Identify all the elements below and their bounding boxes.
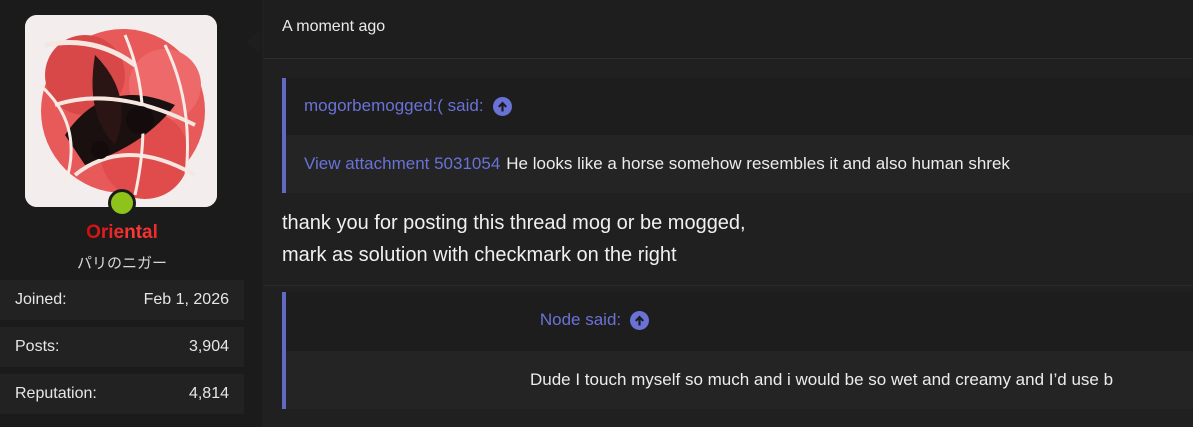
quote-content: View attachment 5031054 He looks like a … [286,135,1193,193]
divider [264,285,1193,286]
post-header: A moment ago [264,0,1193,59]
stat-value: 3,904 [188,338,229,355]
stat-value: 4,814 [188,385,229,402]
quote-block: mogorbemogged:( said: View attachment 50… [282,78,1193,193]
stat-reputation: Reputation: 4,814 [0,374,244,414]
stat-label: Joined: [15,291,67,308]
stat-label: Posts: [15,338,60,355]
avatar[interactable] [25,15,217,207]
attachment-link[interactable]: View attachment 5031054 [304,154,500,174]
post-message: thank you for posting this thread mog or… [282,207,746,271]
quote-content: Dude I touch myself so much and i would … [286,351,1193,409]
avatar-image [25,15,217,207]
online-status-indicator [108,189,136,217]
message-line: thank you for posting this thread mog or… [282,212,746,234]
user-sidebar: Oriental パリのニガー Joined: Feb 1, 2026 Post… [0,0,262,427]
stat-posts: Posts: 3,904 [0,327,244,367]
quote-header[interactable]: Node said: [286,292,1193,348]
arrow-up-circle-icon[interactable] [492,96,512,116]
stat-value: Feb 1, 2026 [143,291,229,308]
message-line: mark as solution with checkmark on the r… [282,244,677,266]
stat-label: Reputation: [15,385,97,402]
post: A moment ago mogorbemogged:( said: View … [264,0,1193,427]
quote-text: He looks like a horse somehow resembles … [506,154,1010,173]
post-timestamp[interactable]: A moment ago [282,18,385,36]
quote-block: Node said: Dude I touch myself so much a… [282,292,1193,409]
user-title: パリのニガー [76,254,167,272]
quote-text: Dude I touch myself so much and i would … [530,370,1114,389]
quote-header[interactable]: mogorbemogged:( said: [286,78,1193,134]
username[interactable]: Oriental [0,222,244,244]
post-pointer [246,30,260,54]
quote-author[interactable]: mogorbemogged:( said: [304,96,484,116]
arrow-up-circle-icon[interactable] [630,310,650,330]
stat-joined: Joined: Feb 1, 2026 [0,280,244,320]
quote-author[interactable]: Node said: [540,310,621,330]
